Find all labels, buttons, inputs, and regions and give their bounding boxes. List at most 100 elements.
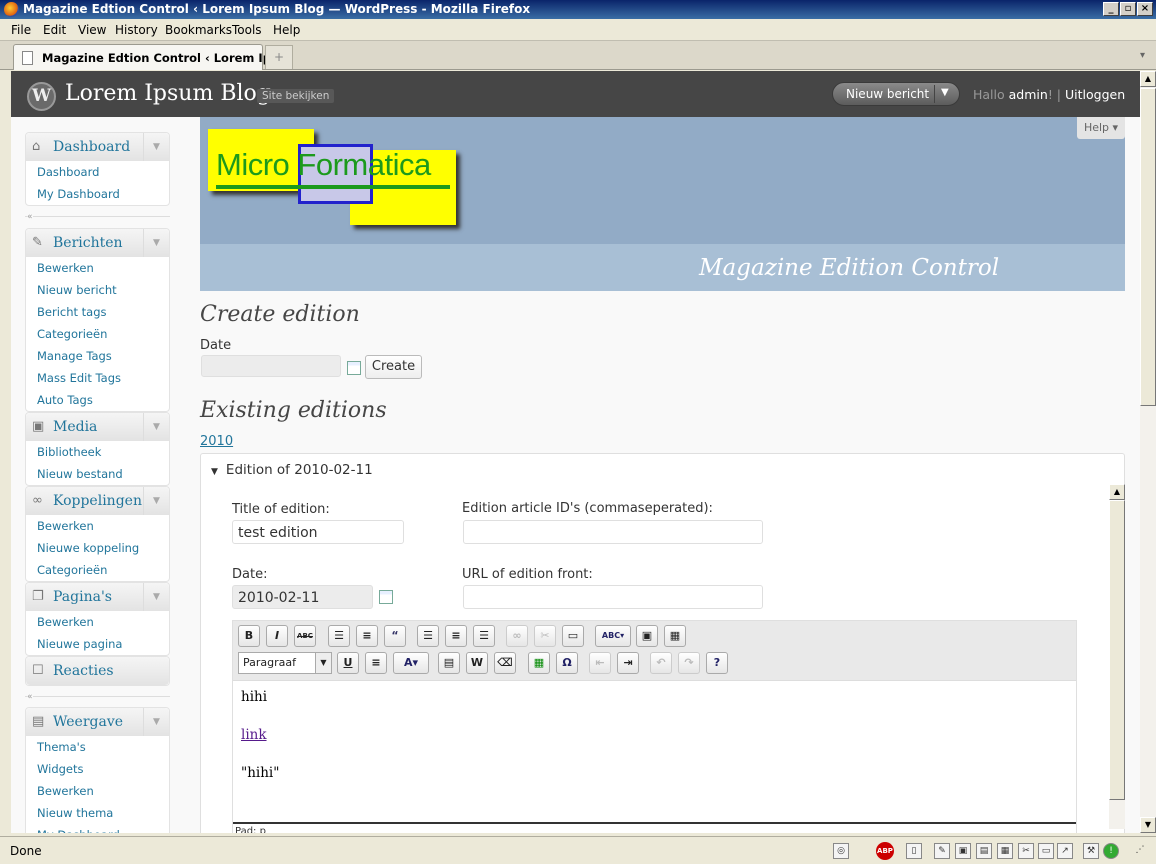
url-input[interactable] bbox=[463, 585, 763, 609]
spellcheck-button[interactable]: ABC▾ bbox=[595, 625, 631, 647]
undo-button[interactable]: ↶ bbox=[650, 652, 672, 674]
wrench-icon[interactable]: ⚒ bbox=[1083, 843, 1099, 859]
sidebar-item-categorieen[interactable]: Categorieën bbox=[26, 323, 169, 345]
tab-list-icon[interactable]: ▾ bbox=[1140, 50, 1145, 61]
paste-word-button[interactable]: W bbox=[466, 652, 488, 674]
sidebar-item-bibliotheek[interactable]: Bibliotheek bbox=[26, 441, 169, 463]
article-ids-input[interactable] bbox=[463, 520, 763, 544]
edition-date-input[interactable]: 2010-02-11 bbox=[232, 585, 373, 609]
sidebar-item-bericht-tags[interactable]: Bericht tags bbox=[26, 301, 169, 323]
expand-arrow-icon[interactable]: ▼ bbox=[143, 229, 169, 257]
expand-arrow-icon[interactable]: ▼ bbox=[143, 583, 169, 611]
addon-icon[interactable]: ◎ bbox=[833, 843, 849, 859]
sidebar-item-my-dashboard[interactable]: My Dashboard bbox=[26, 183, 169, 205]
note-icon[interactable]: ▭ bbox=[1038, 843, 1054, 859]
link-button[interactable]: ∞ bbox=[506, 625, 528, 647]
calendar-icon[interactable] bbox=[379, 590, 393, 604]
sidebar-item-bewerken-paginas[interactable]: Bewerken bbox=[26, 611, 169, 633]
align-center-button[interactable]: ≡ bbox=[445, 625, 467, 647]
scroll-up-icon[interactable]: ▲ bbox=[1140, 71, 1156, 87]
numbered-list-button[interactable]: ≡ bbox=[356, 625, 378, 647]
page-scrollbar[interactable]: ▲ ▼ bbox=[1140, 71, 1156, 833]
sidebar-item-link-categorieen[interactable]: Categorieën bbox=[26, 559, 169, 581]
create-button[interactable]: Create bbox=[365, 355, 422, 379]
adblock-icon[interactable]: ABP bbox=[876, 842, 894, 860]
align-right-button[interactable]: ☰ bbox=[473, 625, 495, 647]
calendar-icon[interactable] bbox=[347, 361, 361, 375]
special-character-button[interactable]: Ω bbox=[556, 652, 578, 674]
scrollbar-thumb[interactable] bbox=[1109, 500, 1125, 800]
insert-media-button[interactable]: ▦ bbox=[528, 652, 550, 674]
outdent-button[interactable]: ⇤ bbox=[589, 652, 611, 674]
menu-file[interactable]: File bbox=[11, 23, 31, 37]
edition-header[interactable]: ▼ Edition of 2010-02-11 bbox=[211, 462, 373, 478]
expand-arrow-icon[interactable]: ▼ bbox=[143, 133, 169, 161]
scroll-down-icon[interactable]: ▼ bbox=[1140, 817, 1156, 833]
minimize-button[interactable]: _ bbox=[1103, 2, 1119, 16]
scroll-up-icon[interactable]: ▲ bbox=[1109, 484, 1125, 500]
title-input[interactable]: test edition bbox=[232, 520, 404, 544]
document-icon[interactable]: ▯ bbox=[906, 843, 922, 859]
visit-site-button[interactable]: Site bekijken bbox=[257, 89, 335, 103]
new-post-button[interactable]: Nieuw bericht ▼ bbox=[832, 82, 960, 106]
sidebar-item-themas[interactable]: Thema's bbox=[26, 736, 169, 758]
create-date-input[interactable] bbox=[201, 355, 341, 377]
menu-help[interactable]: Help bbox=[273, 23, 300, 37]
strikethrough-button[interactable]: ABC bbox=[294, 625, 316, 647]
justify-button[interactable]: ≡ bbox=[365, 652, 387, 674]
scrollbar-thumb[interactable] bbox=[1140, 88, 1156, 406]
restore-button[interactable]: ▫ bbox=[1120, 2, 1136, 16]
sidebar-item-nieuwe-koppeling[interactable]: Nieuwe koppeling bbox=[26, 537, 169, 559]
user-name[interactable]: admin bbox=[1009, 87, 1048, 102]
new-post-dropdown-icon[interactable]: ▼ bbox=[941, 87, 949, 98]
logout-link[interactable]: Uitloggen bbox=[1065, 87, 1125, 102]
unlink-button[interactable]: ✂ bbox=[534, 625, 556, 647]
menu-tools[interactable]: Tools bbox=[232, 23, 262, 37]
screenshot-icon[interactable]: ▣ bbox=[955, 843, 971, 859]
sidebar-item-bewerken[interactable]: Bewerken bbox=[26, 257, 169, 279]
kitchen-sink-button[interactable]: ▦ bbox=[664, 625, 686, 647]
sidebar-item-my-dashboard-2[interactable]: My Dashboard bbox=[26, 824, 169, 833]
edit-icon[interactable]: ✎ bbox=[934, 843, 950, 859]
expand-arrow-icon[interactable]: ▼ bbox=[143, 708, 169, 736]
year-link[interactable]: 2010 bbox=[200, 434, 233, 449]
fullscreen-button[interactable]: ▣ bbox=[636, 625, 658, 647]
status-ok-icon[interactable]: ! bbox=[1103, 843, 1119, 859]
indent-button[interactable]: ⇥ bbox=[617, 652, 639, 674]
italic-button[interactable]: I bbox=[266, 625, 288, 647]
expand-arrow-icon[interactable]: ▼ bbox=[143, 487, 169, 515]
sidebar-item-widgets[interactable]: Widgets bbox=[26, 758, 169, 780]
remove-format-button[interactable]: ⌫ bbox=[494, 652, 516, 674]
sidebar-item-bewerken-links[interactable]: Bewerken bbox=[26, 515, 169, 537]
sidebar-item-nieuw-bestand[interactable]: Nieuw bestand bbox=[26, 463, 169, 485]
blockquote-button[interactable]: “ bbox=[384, 625, 406, 647]
sidebar-item-nieuw-thema[interactable]: Nieuw thema bbox=[26, 802, 169, 824]
bullet-list-button[interactable]: ☰ bbox=[328, 625, 350, 647]
menu-edit[interactable]: Edit bbox=[43, 23, 66, 37]
help-button[interactable]: Help ▾ bbox=[1077, 117, 1125, 139]
print-icon[interactable]: ▦ bbox=[997, 843, 1013, 859]
sidebar-item-bewerken-weergave[interactable]: Bewerken bbox=[26, 780, 169, 802]
sidebar-item-nieuw-bericht[interactable]: Nieuw bericht bbox=[26, 279, 169, 301]
tools-icon[interactable]: ✂ bbox=[1018, 843, 1034, 859]
help-icon[interactable]: ? bbox=[706, 652, 728, 674]
edition-scrollbar[interactable]: ▲ bbox=[1109, 484, 1125, 829]
redo-button[interactable]: ↷ bbox=[678, 652, 700, 674]
new-tab-button[interactable]: + bbox=[265, 45, 293, 69]
editor-link[interactable]: link bbox=[241, 727, 267, 743]
menu-separator[interactable]: « bbox=[25, 692, 170, 706]
sidebar-item-dashboard[interactable]: Dashboard bbox=[26, 161, 169, 183]
browser-tab[interactable]: Magazine Edtion Control ‹ Lorem Ips... bbox=[13, 44, 291, 70]
expand-arrow-icon[interactable]: ▼ bbox=[143, 413, 169, 441]
menu-view[interactable]: View bbox=[78, 23, 106, 37]
chart-icon[interactable]: ↗ bbox=[1057, 843, 1073, 859]
sidebar-item-manage-tags[interactable]: Manage Tags bbox=[26, 345, 169, 367]
sidebar-item-auto-tags[interactable]: Auto Tags bbox=[26, 389, 169, 411]
bold-button[interactable]: B bbox=[238, 625, 260, 647]
sidebar-item-nieuwe-pagina[interactable]: Nieuwe pagina bbox=[26, 633, 169, 655]
sidebar-item-mass-edit-tags[interactable]: Mass Edit Tags bbox=[26, 367, 169, 389]
text-color-button[interactable]: A▾ bbox=[393, 652, 429, 674]
menu-history[interactable]: History bbox=[115, 23, 158, 37]
format-select[interactable]: Paragraaf ▼ bbox=[238, 652, 332, 674]
menu-separator[interactable]: « bbox=[25, 212, 170, 226]
